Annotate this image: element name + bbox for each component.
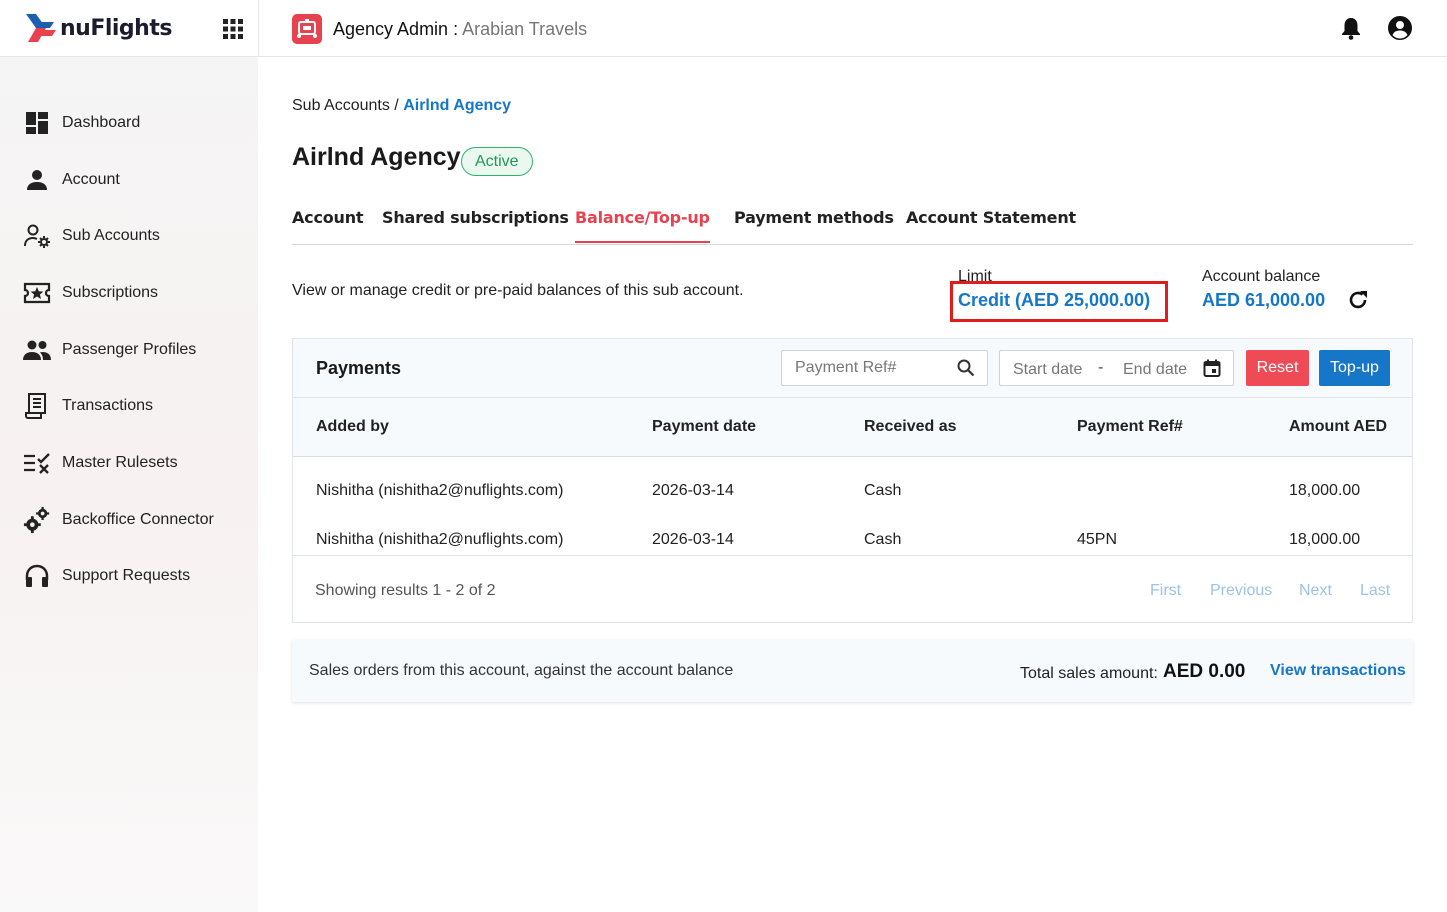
tab-payment-methods[interactable]: Payment methods <box>734 208 894 241</box>
payments-title: Payments <box>316 358 402 378</box>
table-row: Nishitha (nishitha2@nuflights.com) 2026-… <box>293 516 1412 565</box>
header-role: Agency Admin <box>333 19 449 39</box>
column-header-added-by: Added by <box>316 418 389 435</box>
sidebar-item-subscriptions[interactable]: Subscriptions <box>0 273 258 313</box>
nuflights-logo[interactable]: nuFlights <box>24 10 172 46</box>
sidebar-item-label: Sub Accounts <box>62 227 160 244</box>
gears-icon <box>23 506 51 534</box>
total-sales-value: AED 0.00 <box>1163 661 1246 682</box>
header-separator: : <box>448 19 463 39</box>
pager-first[interactable]: First <box>1150 582 1181 600</box>
cell-received-as: Cash <box>864 531 902 548</box>
cell-payment-date: 2026-03-14 <box>652 531 734 548</box>
dashboard-icon <box>23 109 51 137</box>
cell-payment-ref: 45PN <box>1077 531 1118 548</box>
topbar-divider <box>258 0 259 57</box>
rules-icon <box>23 449 51 477</box>
subscriptions-icon <box>23 279 51 307</box>
date-range-picker[interactable]: Start date - End date <box>999 350 1234 386</box>
sidebar-item-label: Transactions <box>62 397 153 414</box>
sidebar-item-label: Dashboard <box>62 114 141 131</box>
calendar-icon[interactable] <box>1203 359 1221 377</box>
tab-balance-topup[interactable]: Balance/Top-up <box>575 208 710 243</box>
search-icon[interactable] <box>957 359 975 377</box>
notifications-bell-icon[interactable] <box>1340 16 1362 40</box>
sidebar-item-sub-accounts[interactable]: Sub Accounts <box>0 216 258 256</box>
cell-added-by: Nishitha (nishitha2@nuflights.com) <box>316 482 564 499</box>
start-date-field[interactable]: Start date <box>1013 361 1082 379</box>
account-balance-label: Account balance <box>1202 268 1321 285</box>
tab-shared-subscriptions[interactable]: Shared subscriptions <box>382 208 569 241</box>
column-header-payment-ref: Payment Ref# <box>1077 418 1183 435</box>
logo-text: nuFlights <box>60 15 172 41</box>
pager-previous[interactable]: Previous <box>1210 582 1272 600</box>
reset-button[interactable]: Reset <box>1246 350 1309 386</box>
agency-badge-icon <box>292 14 322 44</box>
breadcrumb-parent-link[interactable]: Sub Accounts <box>292 97 390 114</box>
sub-accounts-icon <box>23 222 51 250</box>
sidebar-item-label: Account <box>62 171 120 188</box>
person-icon <box>23 166 51 194</box>
headset-icon <box>23 562 51 590</box>
column-header-amount: Amount AED <box>1289 418 1388 435</box>
sidebar-item-passenger-profiles[interactable]: Passenger Profiles <box>0 330 258 370</box>
receipt-icon <box>23 392 51 420</box>
account-balance-value: AED 61,000.00 <box>1202 290 1326 310</box>
total-sales-label: Total sales amount: <box>1020 665 1158 682</box>
sidebar-item-label: Master Rulesets <box>62 454 178 471</box>
pager-next[interactable]: Next <box>1299 582 1332 600</box>
pager-last[interactable]: Last <box>1360 582 1390 600</box>
results-count: Showing results 1 - 2 of 2 <box>315 582 496 599</box>
cell-amount: 18,000.00 <box>1289 482 1361 499</box>
breadcrumb-current: Airlnd Agency <box>403 97 512 114</box>
tab-account[interactable]: Account <box>292 208 364 241</box>
table-divider <box>293 555 1412 556</box>
payment-ref-search <box>781 350 988 386</box>
sidebar-item-transactions[interactable]: Transactions <box>0 386 258 426</box>
page-title: Airlnd Agency <box>292 143 461 171</box>
sidebar-item-support-requests[interactable]: Support Requests <box>0 556 258 596</box>
header-agency-name: Arabian Travels <box>462 19 588 39</box>
sidebar-item-label: Passenger Profiles <box>62 341 197 358</box>
sidebar-item-master-rulesets[interactable]: Master Rulesets <box>0 443 258 483</box>
refresh-icon[interactable] <box>1347 289 1369 311</box>
column-header-payment-date: Payment date <box>652 418 757 435</box>
table-row: Nishitha (nishitha2@nuflights.com) 2026-… <box>293 467 1412 516</box>
balance-description: View or manage credit or pre-paid balanc… <box>292 282 744 299</box>
sidebar-item-backoffice-connector[interactable]: Backoffice Connector <box>0 500 258 540</box>
status-badge: Active <box>461 147 533 176</box>
breadcrumb-separator: / <box>389 97 404 114</box>
sales-summary-card: Sales orders from this account, against … <box>292 640 1413 702</box>
payments-table-header: Added by Payment date Received as Paymen… <box>293 398 1412 457</box>
top-bar: nuFlights Agency Admin : Arabian Travels <box>0 0 1447 57</box>
sidebar-item-label: Backoffice Connector <box>62 511 214 528</box>
tab-account-statement[interactable]: Account Statement <box>906 208 1076 241</box>
apps-grid-icon[interactable] <box>223 19 243 39</box>
user-account-icon[interactable] <box>1387 15 1413 41</box>
date-separator: - <box>1098 359 1104 376</box>
payments-card: Payments Start date - End date Reset Top… <box>292 338 1413 623</box>
sales-description: Sales orders from this account, against … <box>309 662 734 679</box>
tab-bar: Account Shared subscriptions Balance/Top… <box>292 200 1413 245</box>
column-header-received-as: Received as <box>864 418 957 435</box>
breadcrumb: Sub Accounts / Airlnd Agency <box>292 97 511 115</box>
header-title: Agency Admin : Arabian Travels <box>333 19 587 40</box>
sidebar-item-account[interactable]: Account <box>0 160 258 200</box>
topup-button[interactable]: Top-up <box>1319 350 1390 386</box>
payment-ref-input[interactable] <box>783 352 943 384</box>
sidebar-item-label: Support Requests <box>62 567 191 584</box>
cell-amount: 18,000.00 <box>1289 531 1361 548</box>
sidebar: Dashboard Account Sub Accounts Subscript… <box>0 57 258 912</box>
sidebar-item-label: Subscriptions <box>62 284 159 301</box>
sidebar-item-dashboard[interactable]: Dashboard <box>0 103 258 143</box>
payments-card-header: Payments Start date - End date Reset Top… <box>293 339 1412 398</box>
view-transactions-link[interactable]: View transactions <box>1270 662 1406 680</box>
limit-value-link[interactable]: Credit (AED 25,000.00) <box>958 290 1150 311</box>
end-date-field[interactable]: End date <box>1123 361 1187 379</box>
cell-received-as: Cash <box>864 482 902 499</box>
cell-payment-date: 2026-03-14 <box>652 482 734 499</box>
cell-added-by: Nishitha (nishitha2@nuflights.com) <box>316 531 564 548</box>
people-icon <box>23 336 51 364</box>
nuflights-logo-mark <box>26 14 56 42</box>
